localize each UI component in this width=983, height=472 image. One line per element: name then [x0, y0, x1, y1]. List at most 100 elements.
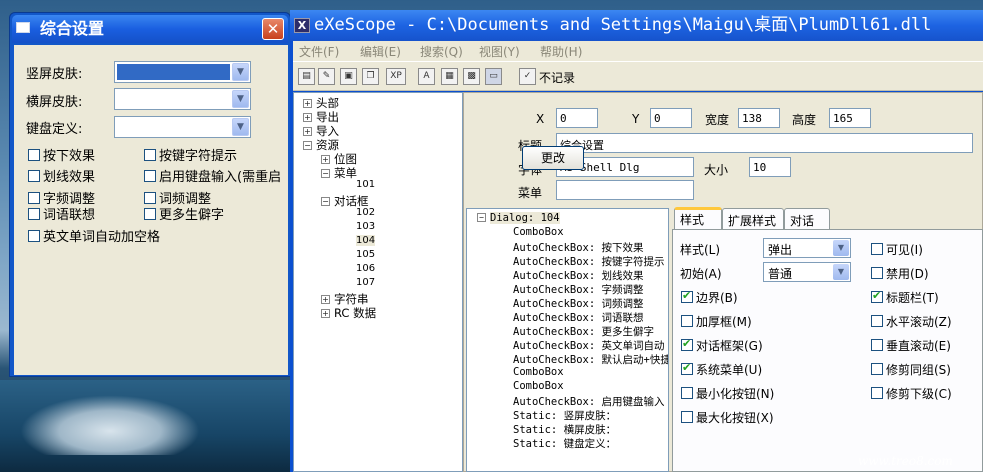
dialog-titlebar[interactable]: 综合设置 [12, 15, 288, 43]
tab-style[interactable]: 样式 [674, 207, 722, 230]
dtree-item[interactable]: Static: 横屏皮肤： [513, 422, 616, 437]
checkbox-box[interactable] [144, 208, 156, 220]
checkbox-box[interactable] [28, 149, 40, 161]
menu-field[interactable] [556, 180, 694, 200]
tab-dialog[interactable]: 对话框 [784, 208, 830, 245]
skin-portrait-combo[interactable]: ▼ [114, 61, 251, 83]
dtree-root[interactable]: − Dialog: 104 [477, 212, 560, 224]
checkbox-box[interactable] [871, 363, 883, 375]
expand-icon[interactable]: + [303, 99, 312, 108]
checkbox-clip-children[interactable]: 修剪下级(C) [871, 385, 952, 402]
checkbox-disabled[interactable]: 禁用(D) [871, 265, 929, 282]
collapse-icon[interactable]: − [477, 213, 486, 222]
menu-file[interactable]: 文件(F) [299, 43, 339, 60]
chevron-down-icon[interactable]: ▼ [232, 118, 249, 136]
checkbox-hscroll[interactable]: 水平滚动(Z) [871, 313, 952, 330]
check-icon[interactable] [681, 337, 693, 351]
checkbox-key-hint[interactable]: 按键字符提示 [144, 145, 237, 164]
dialog-icon[interactable]: ▭ [485, 68, 502, 85]
checkbox-rare-chars[interactable]: 更多生僻字 [144, 204, 224, 223]
menu-edit[interactable]: 编辑(E) [360, 43, 401, 60]
menu-help[interactable]: 帮助(H) [540, 43, 582, 60]
checkbox-maximize-button[interactable]: 最大化按钮(X) [681, 409, 774, 426]
dtree-item[interactable]: AutoCheckBox: 默认启动+快捷 [513, 352, 668, 367]
checkbox-system-menu[interactable]: 系统菜单(U) [681, 361, 762, 378]
checkbox-box[interactable] [871, 315, 883, 327]
dtree-item[interactable]: ComboBox [513, 380, 564, 392]
x-field[interactable]: 0 [556, 108, 598, 128]
expand-icon[interactable]: + [321, 295, 330, 304]
checkbox-box[interactable] [681, 315, 693, 327]
checkbox-dialog-frame[interactable]: 对话框架(G) [681, 337, 763, 354]
checkbox-box[interactable] [681, 387, 693, 399]
edit-icon[interactable]: ✎ [318, 68, 335, 85]
tree-node-menu[interactable]: − 菜单 [321, 165, 357, 181]
change-font-button[interactable]: 更改 [522, 146, 584, 170]
window-titlebar[interactable]: eXeScope - C:\Documents and Settings\Mai… [290, 10, 983, 41]
image-icon[interactable]: ▩ [463, 68, 480, 85]
menu-search[interactable]: 搜索(Q) [420, 43, 463, 60]
checkbox-box[interactable] [871, 339, 883, 351]
tab-ext-style[interactable]: 扩展样式 [722, 208, 784, 229]
init-select[interactable]: 普通 ▼ [763, 262, 851, 282]
skin-landscape-combo[interactable]: ▼ [114, 88, 251, 110]
checkbox-box[interactable] [144, 192, 156, 204]
chevron-down-icon[interactable]: ▼ [833, 240, 849, 256]
check-icon[interactable] [681, 361, 693, 375]
expand-icon[interactable]: + [303, 113, 312, 122]
tree-node-menu-101[interactable]: 101 [356, 179, 375, 190]
check-icon[interactable] [681, 289, 693, 303]
chevron-down-icon[interactable]: ▼ [232, 63, 249, 81]
hex-icon[interactable]: ▦ [441, 68, 458, 85]
dtree-item[interactable]: Static: 键盘定义： [513, 436, 616, 451]
dtree-item[interactable]: AutoCheckBox: 字频调整 [513, 282, 644, 297]
checkbox-box[interactable] [28, 208, 40, 220]
checkbox-box[interactable] [144, 149, 156, 161]
checkbox-box[interactable] [871, 267, 883, 279]
style-select[interactable]: 弹出 ▼ [763, 238, 851, 258]
resource-tree[interactable]: + 头部 + 导出 + 导入 − 资源 + 位图 − 菜单 101 − 对话框 102 103… [293, 92, 463, 472]
chevron-down-icon[interactable]: ▼ [232, 90, 249, 108]
checkbox-box[interactable] [28, 192, 40, 204]
checkbox-clip-siblings[interactable]: 修剪同组(S) [871, 361, 951, 378]
checkbox-border[interactable]: 边界(B) [681, 289, 738, 306]
dtree-item[interactable]: AutoCheckBox: 划线效果 [513, 268, 644, 283]
dtree-item[interactable]: AutoCheckBox: 更多生僻字 [513, 324, 654, 339]
title-field[interactable]: 综合设置 [556, 133, 973, 153]
tree-node-102[interactable]: 102 [356, 207, 375, 218]
checkbox-thick-frame[interactable]: 加厚框(M) [681, 313, 752, 330]
expand-icon[interactable]: + [303, 127, 312, 136]
dtree-item[interactable]: AutoCheckBox: 英文单词自动 [513, 338, 665, 353]
dtree-item[interactable]: AutoCheckBox: 启用键盘输入 [513, 394, 665, 409]
checkbox-box[interactable] [28, 230, 40, 242]
save-icon[interactable]: ▣ [340, 68, 357, 85]
checkbox-box[interactable] [144, 170, 156, 182]
dtree-item[interactable]: AutoCheckBox: 词频调整 [513, 296, 644, 311]
dialog-controls-tree[interactable]: − Dialog: 104 ComboBox AutoCheckBox: 按下效果… [466, 208, 669, 472]
dtree-item[interactable]: AutoCheckBox: 词语联想 [513, 310, 644, 325]
dtree-item[interactable]: ComboBox [513, 226, 564, 238]
expand-icon[interactable]: + [321, 309, 330, 318]
expand-icon[interactable]: + [321, 155, 330, 164]
checkbox-english-space[interactable]: 英文单词自动加空格 [28, 226, 160, 245]
checkbox-word-assoc[interactable]: 词语联想 [28, 204, 95, 223]
collapse-icon[interactable]: − [321, 169, 330, 178]
tree-node-106[interactable]: 106 [356, 263, 375, 274]
record-icon[interactable]: ✓ [519, 68, 536, 85]
size-field[interactable]: 10 [749, 157, 791, 177]
dtree-item[interactable]: AutoCheckBox: 按键字符提示 [513, 254, 665, 269]
checkbox-press-effect[interactable]: 按下效果 [28, 145, 95, 164]
tree-node-107[interactable]: 107 [356, 277, 375, 288]
keyboard-def-combo[interactable]: ▼ [114, 116, 251, 138]
height-field[interactable]: 165 [829, 108, 871, 128]
collapse-icon[interactable]: − [303, 141, 312, 150]
tree-node-105[interactable]: 105 [356, 249, 375, 260]
font-icon[interactable]: A [418, 68, 435, 85]
no-record-label[interactable]: 不记录 [539, 69, 575, 86]
chevron-down-icon[interactable]: ▼ [833, 264, 849, 280]
checkbox-box[interactable] [28, 170, 40, 182]
tree-node-rcdata[interactable]: + RC 数据 [321, 305, 376, 321]
tree-node-103[interactable]: 103 [356, 221, 375, 232]
checkbox-keyboard-input[interactable]: 启用键盘输入(需重启 [144, 166, 281, 185]
width-field[interactable]: 138 [738, 108, 780, 128]
